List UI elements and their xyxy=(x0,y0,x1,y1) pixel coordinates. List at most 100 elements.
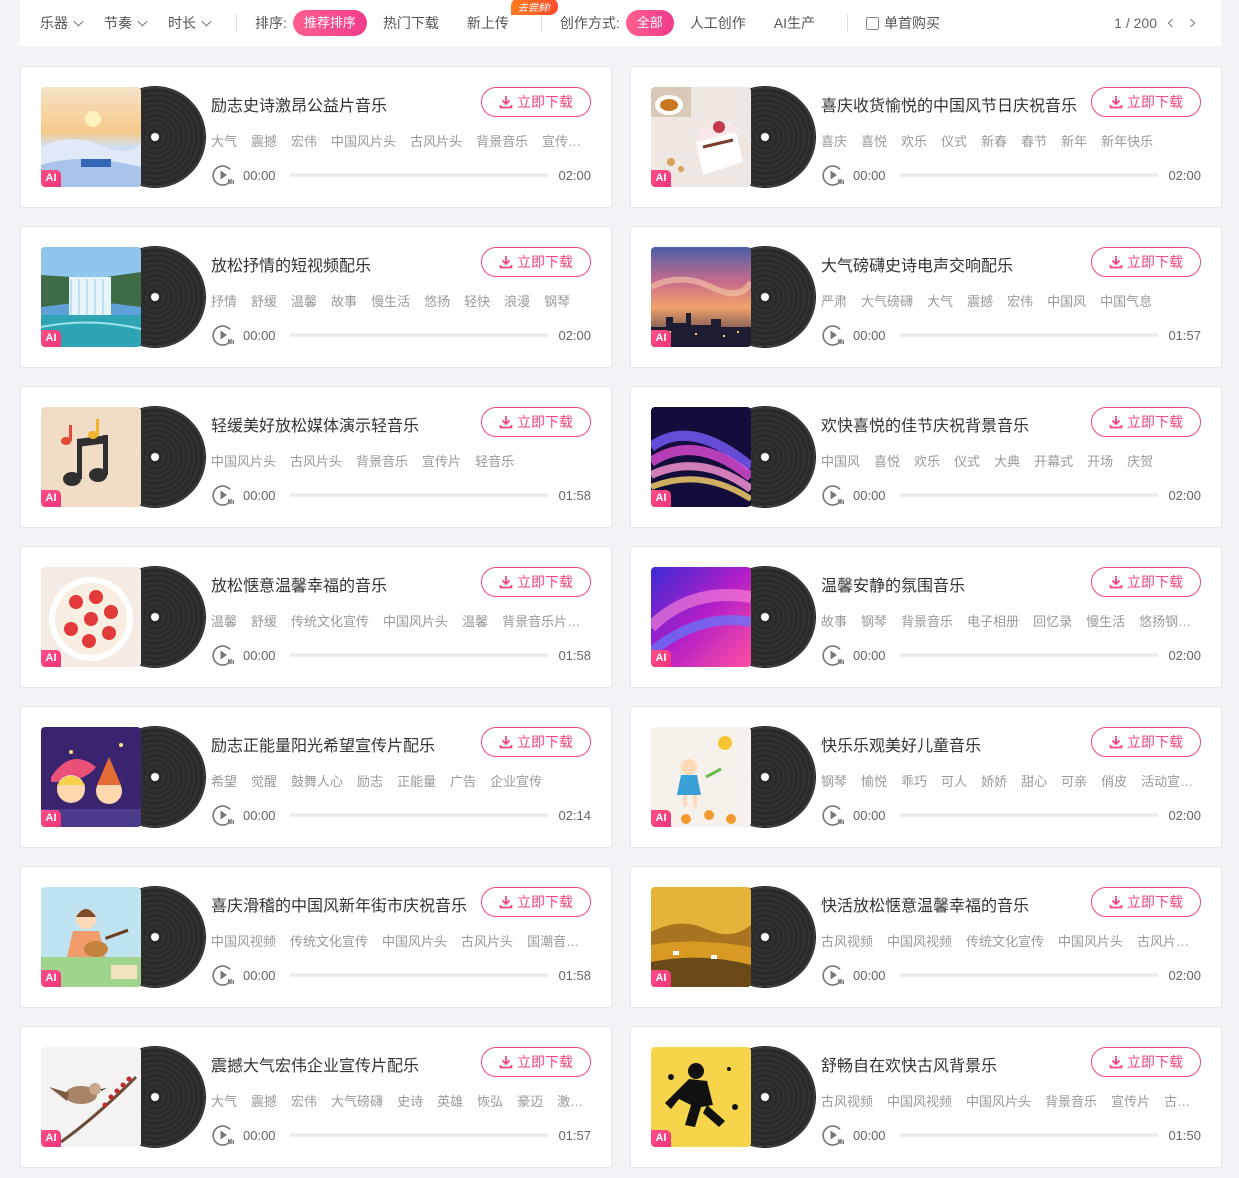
tag[interactable]: 故事 xyxy=(331,294,357,309)
play-icon[interactable] xyxy=(211,483,235,507)
tag[interactable]: 春节 xyxy=(1021,134,1047,149)
tag[interactable]: 大典 xyxy=(994,454,1020,469)
tag[interactable]: 喜悦 xyxy=(861,134,887,149)
tag[interactable]: 严肃 xyxy=(821,294,847,309)
tag[interactable]: 励志 xyxy=(357,774,383,789)
sort-popular-button[interactable]: 热门下载 xyxy=(383,13,439,33)
tag[interactable]: 觉醒 xyxy=(251,774,277,789)
mode-human-button[interactable]: 人工创作 xyxy=(690,13,746,33)
filter-duration-dropdown[interactable]: 时长 xyxy=(168,13,212,33)
track-title[interactable]: 震撼大气宏伟企业宣传片配乐 xyxy=(211,1052,473,1076)
tag[interactable]: 仪式 xyxy=(954,454,980,469)
download-button[interactable]: 立即下载 xyxy=(481,247,591,277)
tag[interactable]: 中国风片头 xyxy=(331,134,396,149)
tag[interactable]: 大气磅礴 xyxy=(861,294,913,309)
progress-bar[interactable] xyxy=(899,1133,1159,1137)
track-card[interactable]: AI 欢快喜悦的佳节庆祝背景音乐 立即下载 中国风 喜悦 欢乐 仪式 大典 开幕式 开场 庆贺 00:… xyxy=(630,386,1222,528)
play-icon[interactable] xyxy=(211,963,235,987)
sort-recommended-button[interactable]: 推荐排序 xyxy=(292,10,367,36)
tag[interactable]: 中国风 xyxy=(821,454,860,469)
tag[interactable]: 慢生活 xyxy=(371,294,410,309)
tag[interactable]: 大气 xyxy=(927,294,953,309)
tag[interactable]: 大气磅礴 xyxy=(331,1094,383,1109)
play-icon[interactable] xyxy=(211,803,235,827)
play-icon[interactable] xyxy=(821,483,845,507)
tag[interactable]: 钢琴 xyxy=(821,774,847,789)
tag[interactable]: 中国风片头 xyxy=(1058,934,1123,949)
tag[interactable]: 愉悦 xyxy=(861,774,887,789)
track-title[interactable]: 放松惬意温馨幸福的音乐 xyxy=(211,572,473,596)
mode-ai-button[interactable]: AI生产 xyxy=(774,13,815,33)
play-icon[interactable] xyxy=(821,963,845,987)
tag[interactable]: 喜悦 xyxy=(874,454,900,469)
download-button[interactable]: 立即下载 xyxy=(1091,247,1201,277)
track-cover[interactable]: AI xyxy=(651,567,815,667)
track-title[interactable]: 喜庆收货愉悦的中国风节日庆祝音乐 xyxy=(821,92,1083,116)
track-title[interactable]: 励志史诗激昂公益片音乐 xyxy=(211,92,473,116)
tag[interactable]: 乖巧 xyxy=(901,774,927,789)
download-button[interactable]: 立即下载 xyxy=(1091,407,1201,437)
tag[interactable]: 中国风视频 xyxy=(211,934,276,949)
track-card[interactable]: AI 快活放松惬意温馨幸福的音乐 立即下载 古风视频 中国风视频 传统文化宣传 中国风片头古… xyxy=(630,866,1222,1008)
tag[interactable]: 大气 xyxy=(211,1094,237,1109)
track-card[interactable]: AI 喜庆滑稽的中国风新年街市庆祝音乐 立即下载 中国风视频 传统文化宣传 中国风片头 古风… xyxy=(20,866,612,1008)
track-cover[interactable]: AI xyxy=(651,247,815,347)
tag[interactable]: 古风视频 xyxy=(821,1094,873,1109)
tag[interactable]: 宣传片 xyxy=(422,454,461,469)
download-button[interactable]: 立即下载 xyxy=(1091,727,1201,757)
progress-bar[interactable] xyxy=(289,813,549,817)
tag[interactable]: 正能量 xyxy=(397,774,436,789)
tag[interactable]: 新年 xyxy=(1061,134,1087,149)
download-button[interactable]: 立即下载 xyxy=(1091,567,1201,597)
tag[interactable]: 背景音乐 xyxy=(476,134,528,149)
tag[interactable]: 震撼 xyxy=(251,1094,277,1109)
tag[interactable]: 中国风片头 xyxy=(966,1094,1031,1109)
tag[interactable]: 古风 xyxy=(1164,1094,1190,1109)
tag[interactable]: 可亲 xyxy=(1061,774,1087,789)
track-title[interactable]: 舒畅自在欢快古风背景乐 xyxy=(821,1052,1083,1076)
tag[interactable]: 传统文化宣传 xyxy=(290,934,368,949)
download-button[interactable]: 立即下载 xyxy=(1091,87,1201,117)
track-cover[interactable]: AI xyxy=(41,727,205,827)
progress-bar[interactable] xyxy=(289,333,549,337)
tag[interactable]: 电子相册 xyxy=(967,614,1019,629)
tag[interactable]: 中国风视频 xyxy=(887,934,952,949)
track-card[interactable]: AI 大气磅礴史诗电声交响配乐 立即下载 严肃 大气磅礴 大气 震撼 宏伟 中国风 中国气息 00:… xyxy=(630,226,1222,368)
tag[interactable]: 恢弘 xyxy=(477,1094,503,1109)
play-icon[interactable] xyxy=(821,643,845,667)
track-title[interactable]: 欢快喜悦的佳节庆祝背景音乐 xyxy=(821,412,1083,436)
tag[interactable]: 宣传片 xyxy=(1111,1094,1150,1109)
track-title[interactable]: 励志正能量阳光希望宣传片配乐 xyxy=(211,732,473,756)
tag[interactable]: 钢琴 xyxy=(544,294,570,309)
filter-instrument-dropdown[interactable]: 乐器 xyxy=(40,13,84,33)
track-cover[interactable]: AI xyxy=(41,567,205,667)
track-card[interactable]: AI 舒畅自在欢快古风背景乐 立即下载 古风视频 中国风视频 中国风片头 背景音乐 宣传片 古风… xyxy=(630,1026,1222,1168)
tag[interactable]: 俏皮 xyxy=(1101,774,1127,789)
tag[interactable]: 钢琴 xyxy=(861,614,887,629)
tag[interactable]: 宏伟 xyxy=(1007,294,1033,309)
tag[interactable]: 仪式 xyxy=(941,134,967,149)
progress-bar[interactable] xyxy=(899,973,1159,977)
tag[interactable]: 回忆录 xyxy=(1033,614,1072,629)
tag[interactable]: 故事 xyxy=(821,614,847,629)
tag[interactable]: 温馨 xyxy=(211,614,237,629)
tag[interactable]: 舒缓 xyxy=(251,294,277,309)
tag[interactable]: 温馨 xyxy=(291,294,317,309)
tag[interactable]: 古风片头 xyxy=(461,934,513,949)
tag[interactable]: 开幕式 xyxy=(1034,454,1073,469)
track-card[interactable]: AI 放松抒情的短视频配乐 立即下载 抒情 舒缓 温馨 故事 慢生活 悠扬 轻快 浪漫 钢琴 00:00… xyxy=(20,226,612,368)
track-card[interactable]: AI 放松惬意温馨幸福的音乐 立即下载 温馨 舒缓 传统文化宣传 中国风片头 温馨 背景音乐片头… xyxy=(20,546,612,688)
tag[interactable]: 喜庆 xyxy=(821,134,847,149)
tag[interactable]: 传统文化宣传 xyxy=(966,934,1044,949)
next-page-button[interactable] xyxy=(1183,14,1201,32)
tag[interactable]: 欢乐 xyxy=(901,134,927,149)
download-button[interactable]: 立即下载 xyxy=(1091,887,1201,917)
tag[interactable]: 娇娇 xyxy=(981,774,1007,789)
tag[interactable]: 庆贺 xyxy=(1127,454,1153,469)
tag[interactable]: 古风视频 xyxy=(821,934,873,949)
tag[interactable]: 企业宣传 xyxy=(490,774,542,789)
tag[interactable]: 震撼 xyxy=(967,294,993,309)
sort-newest-button[interactable]: 新上传 去尝鲜! xyxy=(467,0,558,33)
play-icon[interactable] xyxy=(211,1123,235,1147)
tag[interactable]: 温馨 xyxy=(462,614,488,629)
